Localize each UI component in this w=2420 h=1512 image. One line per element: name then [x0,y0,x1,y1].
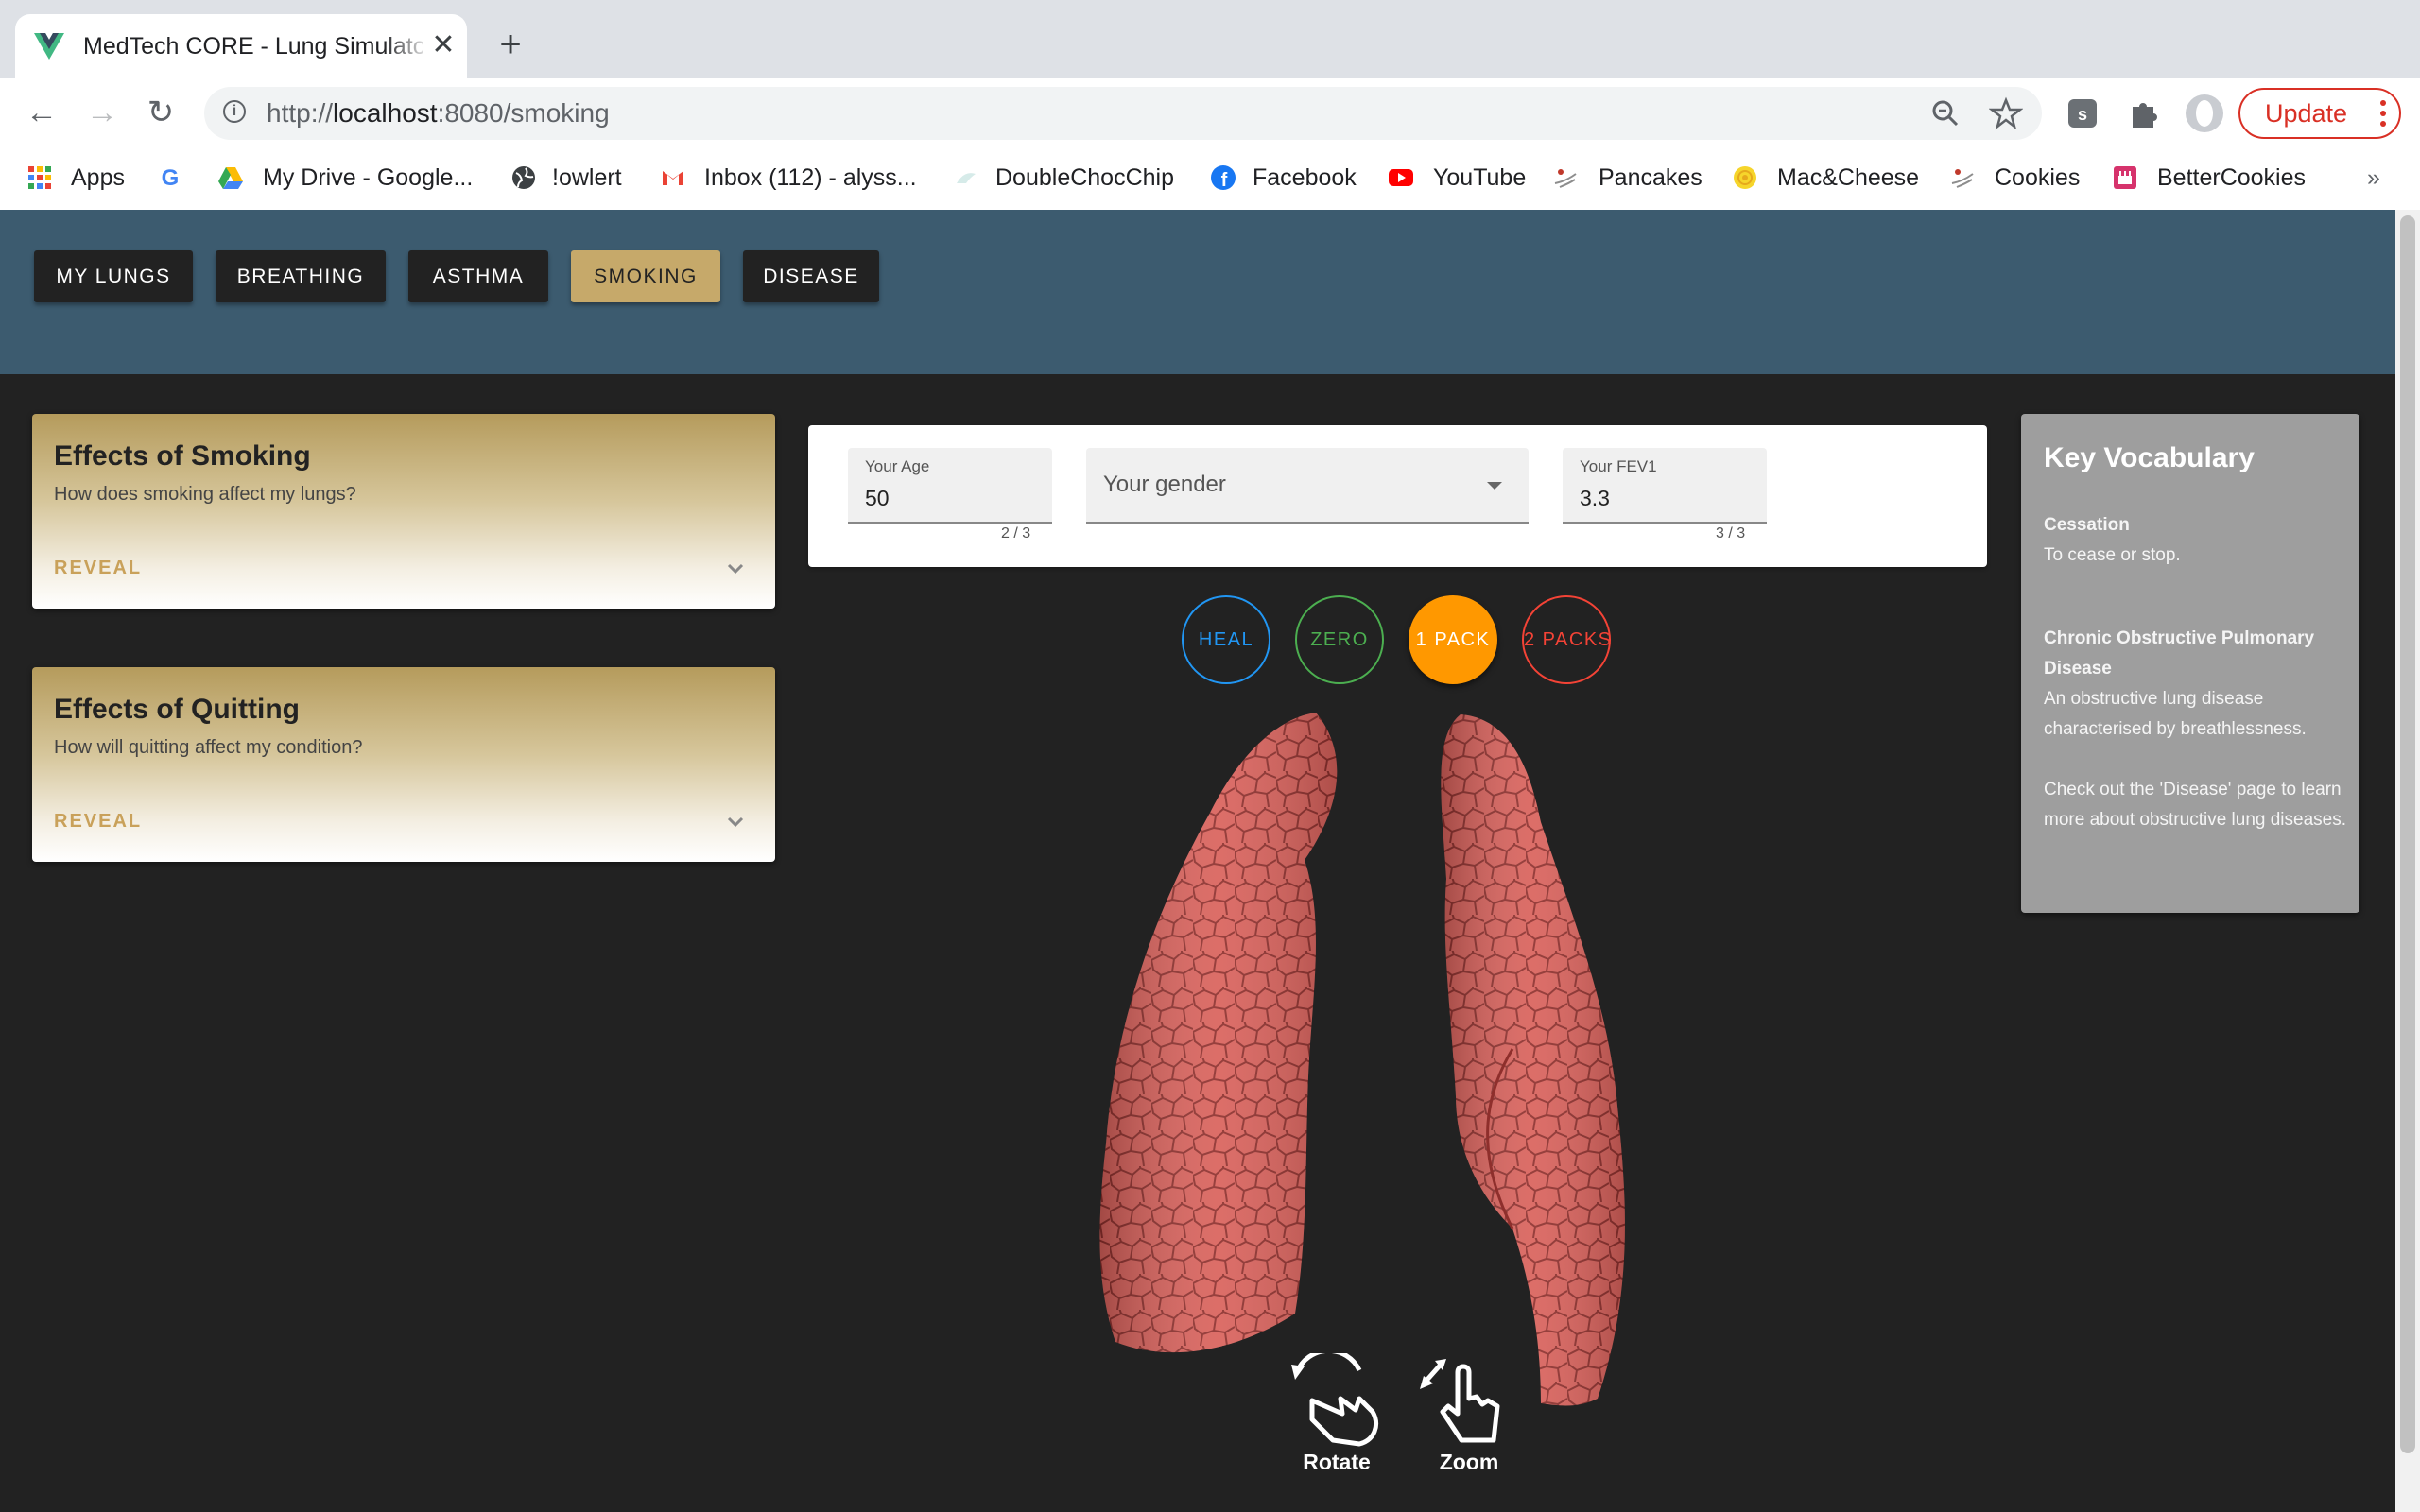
apps-grid-icon[interactable] [26,164,53,191]
fev1-label: Your FEV1 [1580,457,1657,475]
recipe-icon[interactable] [1949,164,1976,191]
rotate-label: Rotate [1303,1450,1371,1474]
card-title: Effects of Smoking [54,440,311,472]
vocab-note: Check out the 'Disease' page to learn mo… [2044,780,2347,830]
reveal-button[interactable]: REVEAL [54,558,142,579]
zoom-label: Zoom [1439,1450,1499,1474]
user-details-form: Your Age 50 2 / 3 Your gender Your FEV1 … [808,425,1987,567]
bookmark-icon[interactable] [953,164,979,191]
youtube-icon[interactable] [1388,164,1414,191]
heal-button[interactable]: HEAL [1182,595,1270,684]
star-bookmark-icon[interactable] [1989,96,2023,130]
age-value[interactable]: 50 [865,486,890,511]
browser-tabstrip: MedTech CORE - Lung Simulator ✕ + [0,0,2420,78]
svg-text:s: s [2078,105,2087,124]
svg-text:G: G [162,165,180,191]
url-text[interactable]: http://localhost:8080/smoking [267,96,610,130]
profile-avatar[interactable] [2186,94,2223,132]
card-subtitle: How does smoking affect my lungs? [54,484,356,505]
google-drive-icon[interactable] [217,164,244,191]
fev1-value[interactable]: 3.3 [1580,486,1610,511]
gender-select[interactable]: Your gender [1086,448,1529,524]
browser-tab[interactable]: MedTech CORE - Lung Simulator ✕ [15,14,467,78]
browser-toolbar: ← → ↻ i http://localhost:8080/smoking s … [0,78,2420,147]
menu-dots-icon[interactable] [2380,99,2386,128]
nav-breathing[interactable]: BREATHING [216,250,386,302]
chevron-down-icon[interactable] [722,556,749,582]
zoom-gesture-icon [1420,1359,1500,1443]
extensions-puzzle-icon[interactable] [2127,97,2159,129]
google-icon[interactable]: G [157,164,183,191]
scrollbar-thumb[interactable] [2400,215,2415,1453]
key-vocabulary-card: Key Vocabulary Cessation To cease or sto… [2021,414,2360,913]
dropdown-arrow-icon[interactable] [1487,482,1502,490]
update-button[interactable]: Update [2238,88,2401,139]
forward-icon[interactable]: → [83,94,121,131]
bookmark-bettercookies[interactable]: BetterCookies [2157,161,2306,195]
bookmark-apps[interactable]: Apps [71,161,125,195]
effects-of-quitting-card[interactable]: Effects of Quitting How will quitting af… [32,667,775,862]
site-info-icon[interactable]: i [223,100,246,123]
address-bar[interactable]: i http://localhost:8080/smoking [204,87,2042,140]
bookmark-doublechocchip[interactable]: DoubleChocChip [995,161,1174,195]
nav-asthma[interactable]: ASTHMA [408,250,548,302]
bookmark-owlert[interactable]: !owlert [552,161,622,195]
recipe-icon[interactable] [2112,164,2138,191]
extension-s-icon[interactable]: s [2066,97,2099,129]
vue-logo-icon [34,33,64,60]
nav-smoking[interactable]: SMOKING [571,250,720,302]
gmail-icon[interactable] [660,164,686,191]
reload-icon[interactable]: ↻ [142,94,180,131]
bookmark-facebook[interactable]: Facebook [1253,161,1357,195]
tab-title: MedTech CORE - Lung Simulator [83,33,424,60]
fev1-counter: 3 / 3 [1716,525,1746,541]
page-scrollbar[interactable] [2395,210,2420,1512]
bookmarks-bar: Apps G My Drive - Google... !owlert Inbo… [0,147,2420,211]
tab-title-fade [384,26,431,67]
bookmark-youtube[interactable]: YouTube [1433,161,1526,195]
more-bookmarks-icon[interactable]: » [2367,161,2380,195]
vocab-definition: An obstructive lung disease characterise… [2044,689,2307,739]
effects-of-smoking-card[interactable]: Effects of Smoking How does smoking affe… [32,414,775,609]
facebook-icon[interactable]: f [1210,164,1236,191]
fev1-field[interactable]: Your FEV1 3.3 [1563,448,1767,524]
two-packs-button[interactable]: 2 PACKS [1522,595,1611,684]
chevron-down-icon[interactable] [722,809,749,835]
card-subtitle: How will quitting affect my condition? [54,737,363,758]
gender-placeholder: Your gender [1103,472,1226,497]
left-lung[interactable] [1441,714,1625,1406]
one-pack-button[interactable]: 1 PACK [1409,595,1497,684]
new-tab-icon[interactable]: + [492,26,529,63]
back-icon[interactable]: ← [23,94,60,131]
card-title: Effects of Quitting [54,694,300,725]
recipe-icon[interactable] [1732,164,1758,191]
age-label: Your Age [865,457,930,475]
vocab-term: Chronic Obstructive Pulmonary Disease [2044,628,2315,679]
vocab-definition: To cease or stop. [2044,545,2181,565]
age-counter: 2 / 3 [1001,525,1031,541]
reveal-button[interactable]: REVEAL [54,811,142,833]
nav-my-lungs[interactable]: MY LUNGS [34,250,193,302]
recipe-icon[interactable] [1552,164,1579,191]
nav-disease[interactable]: DISEASE [743,250,879,302]
bookmark-my-drive[interactable]: My Drive - Google... [263,161,473,195]
zoom-icon[interactable] [1928,96,1962,130]
vocab-title: Key Vocabulary [2044,442,2255,473]
close-tab-icon[interactable]: ✕ [427,29,459,61]
right-lung[interactable] [1099,713,1338,1353]
zero-button[interactable]: ZERO [1295,595,1384,684]
bookmark-pancakes[interactable]: Pancakes [1599,161,1703,195]
bookmark-mac-cheese[interactable]: Mac&Cheese [1777,161,1919,195]
app-header: MY LUNGS BREATHING ASTHMA SMOKING DISEAS… [0,210,2395,374]
rotate-gesture-icon [1291,1353,1378,1447]
vocab-term: Cessation [2044,515,2130,535]
globe-icon[interactable] [510,164,537,191]
bookmark-cookies[interactable]: Cookies [1995,161,2080,195]
bookmark-inbox[interactable]: Inbox (112) - alyss... [704,161,917,195]
svg-text:f: f [1221,170,1228,191]
age-field[interactable]: Your Age 50 [848,448,1052,524]
lung-3d-model[interactable] [1068,699,1730,1427]
